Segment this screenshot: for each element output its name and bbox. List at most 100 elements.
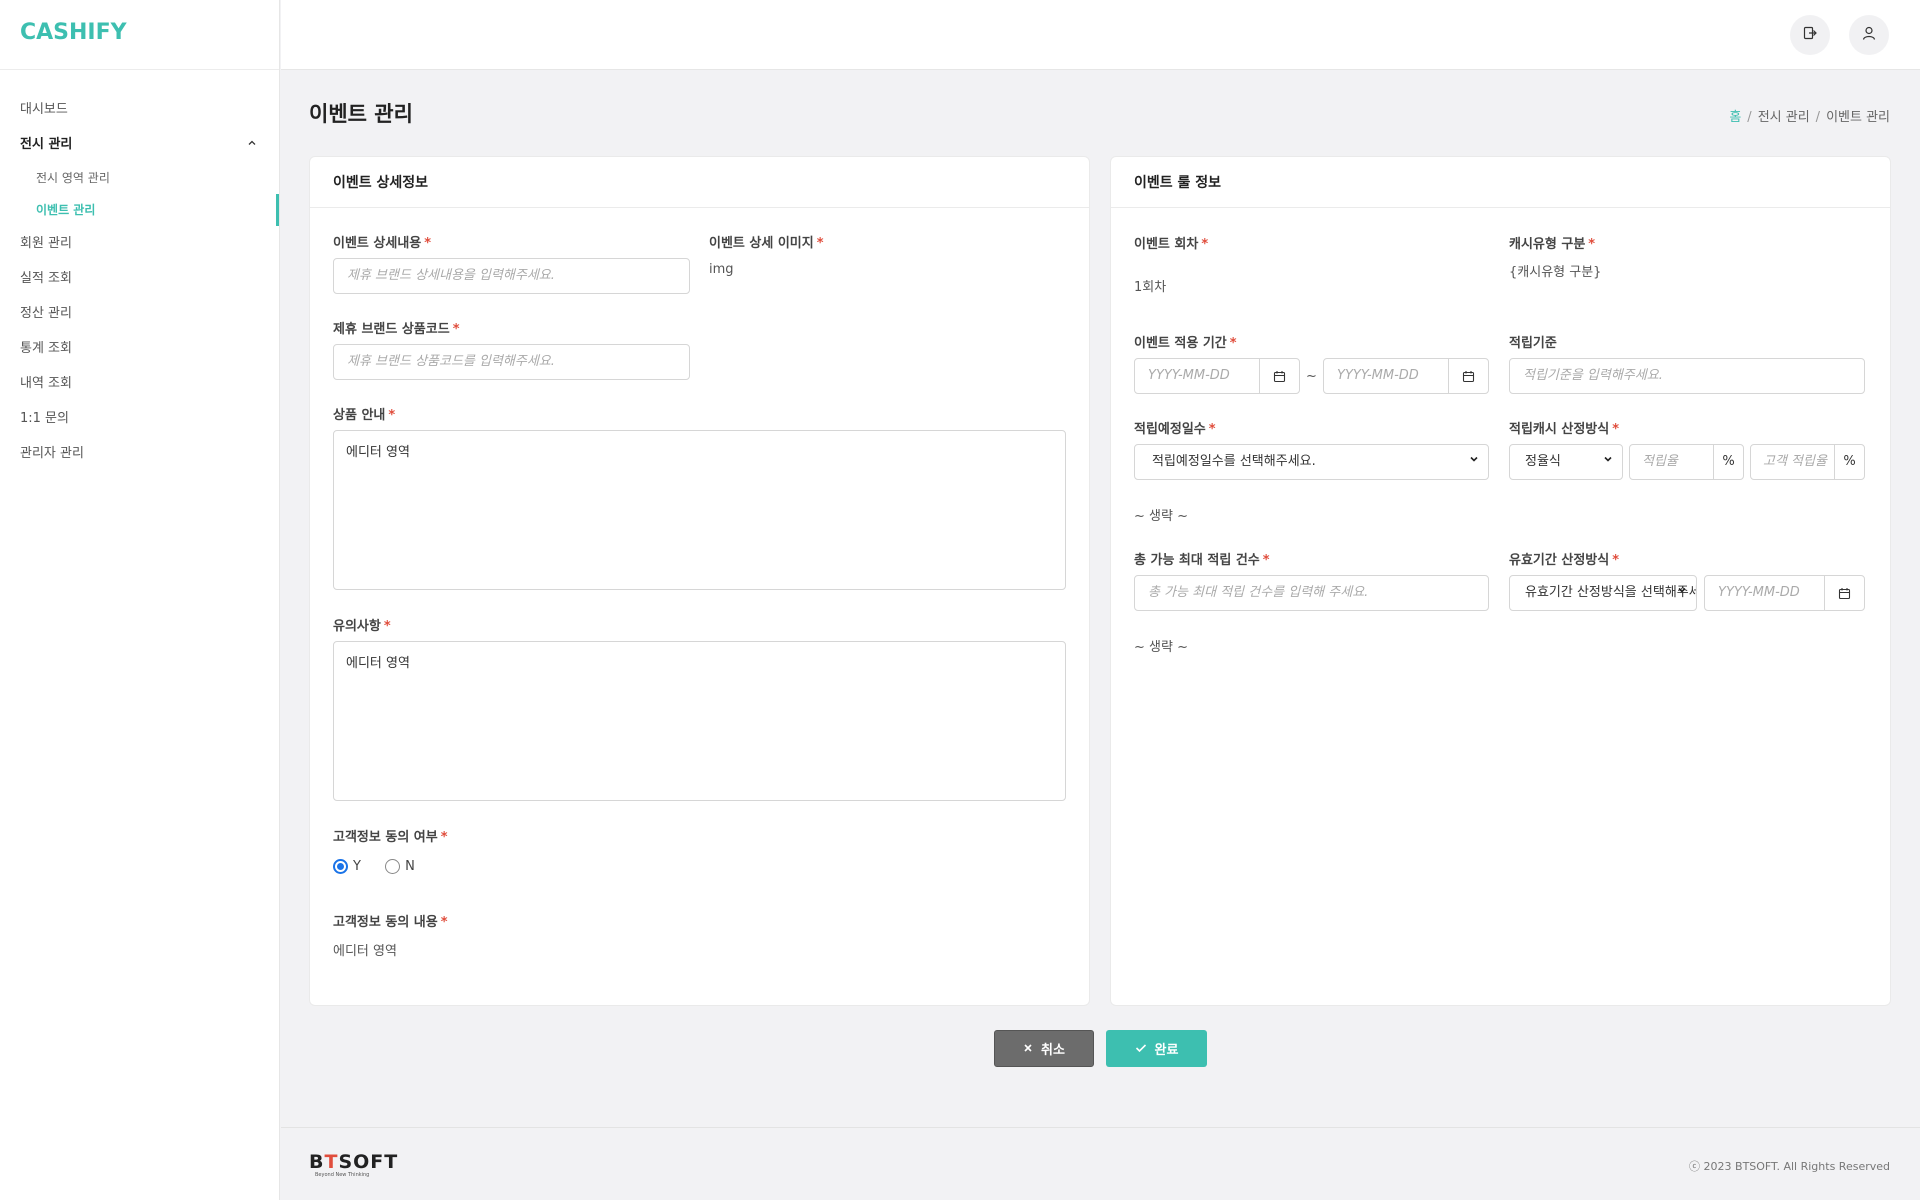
calc-field: 적립캐시 산정방식 * 정율식 적립율% 고객 적립율%: [1509, 418, 1865, 480]
range-separator: ~: [1306, 368, 1317, 384]
field-label: 이벤트 적용 기간: [1134, 336, 1227, 351]
required-mark: *: [1208, 422, 1216, 437]
period-start-date[interactable]: YYYY-MM-DD: [1134, 358, 1300, 394]
required-mark: *: [1262, 553, 1270, 568]
cash-type-field: 캐시유형 구분 * {캐시유형 구분}: [1509, 233, 1864, 280]
code-field: 제휴 브랜드 상품코드 * 제휴 브랜드 상품코드를 입력해주세요.: [333, 318, 690, 380]
field-label: 유효기간 산정방식: [1509, 553, 1610, 568]
consent-yes-radio[interactable]: Y: [333, 859, 361, 874]
sidebar-item-admin[interactable]: 관리자 관리: [0, 436, 279, 471]
valid-date-input[interactable]: YYYY-MM-DD: [1704, 575, 1865, 611]
round-field: 이벤트 회차 * 1회차: [1134, 233, 1489, 295]
sidebar-item-settlement[interactable]: 정산 관리: [0, 296, 279, 331]
app-logo[interactable]: CASHIFY: [0, 0, 279, 70]
omitted-section: ~ 생략 ~: [1134, 640, 1188, 655]
calc-method-select[interactable]: 정율식: [1509, 444, 1623, 480]
calendar-icon[interactable]: [1824, 576, 1864, 610]
notice-editor[interactable]: 에디터 영역: [333, 641, 1066, 801]
calendar-icon[interactable]: [1448, 359, 1488, 393]
round-value: 1회차: [1134, 280, 1167, 295]
consent-field: 고객정보 동의 여부 * Y N: [333, 826, 733, 878]
days-select[interactable]: 적립예정일수를 선택해주세요.: [1134, 444, 1489, 480]
required-mark: *: [816, 236, 824, 251]
consent-no-radio[interactable]: N: [385, 859, 415, 874]
chevron-down-icon: [1603, 445, 1613, 479]
period-end-date[interactable]: YYYY-MM-DD: [1323, 358, 1489, 394]
required-mark: *: [388, 408, 396, 423]
sidebar-item-members[interactable]: 회원 관리: [0, 226, 279, 261]
required-mark: *: [1201, 237, 1209, 252]
logout-button[interactable]: [1790, 15, 1830, 55]
sidebar-item-label: 전시 관리: [20, 137, 73, 152]
days-field: 적립예정일수 * 적립예정일수를 선택해주세요.: [1134, 418, 1489, 480]
required-mark: *: [1612, 422, 1620, 437]
cash-type-value: {캐시유형 구분}: [1509, 265, 1602, 280]
field-label: 이벤트 회차: [1134, 237, 1199, 252]
chevron-up-icon: [247, 127, 257, 162]
consent-content-field: 고객정보 동의 내용 * 에디터 영역: [333, 911, 733, 959]
profile-button[interactable]: [1849, 15, 1889, 55]
chevron-down-icon: [1469, 445, 1479, 479]
sidebar-subitem-event[interactable]: 이벤트 관리: [0, 194, 279, 226]
max-count-input[interactable]: 총 가능 최대 적립 건수를 입력해 주세요.: [1134, 575, 1489, 611]
field-label: 이벤트 상세 이미지: [709, 236, 814, 251]
sidebar-item-performance[interactable]: 실적 조회: [0, 261, 279, 296]
sidebar-subitem-display-area[interactable]: 전시 영역 관리: [0, 162, 279, 194]
card-title: 이벤트 상세정보: [310, 157, 1089, 208]
customer-rate-input[interactable]: 고객 적립율%: [1750, 444, 1865, 480]
breadcrumb: 홈 / 전시 관리 / 이벤트 관리: [1729, 110, 1890, 125]
field-label: 제휴 브랜드 상품코드: [333, 322, 450, 337]
field-label: 이벤트 상세내용: [333, 236, 422, 251]
desc-field: 이벤트 상세내용 * 제휴 브랜드 상세내용을 입력해주세요.: [333, 232, 690, 294]
image-value: img: [709, 262, 734, 277]
footer: BTSOFT Beyond New Thinking ⓒ 2023 BTSOFT…: [281, 1127, 1920, 1200]
valid-period-field: 유효기간 산정방식* 유효기간 산정방식을 선택해주세요. YYYY-MM-DD: [1509, 549, 1865, 611]
topbar: [281, 0, 1920, 70]
image-field: 이벤트 상세 이미지 * img: [709, 232, 1059, 277]
radio-checked-icon: [333, 859, 348, 874]
footer-logo: BTSOFT Beyond New Thinking: [309, 1151, 399, 1178]
check-icon: [1135, 1042, 1147, 1056]
sidebar-item-display[interactable]: 전시 관리: [0, 127, 279, 162]
omitted-section: ~ 생략 ~: [1134, 509, 1188, 524]
copyright: ⓒ 2023 BTSOFT. All Rights Reserved: [1689, 1160, 1890, 1173]
field-label: 적립예정일수: [1134, 422, 1206, 437]
sidebar-item-history[interactable]: 내역 조회: [0, 366, 279, 401]
criteria-field: 적립기준 적립기준을 입력해주세요.: [1509, 332, 1865, 394]
guide-field: 상품 안내 * 에디터 영역: [333, 404, 1066, 590]
cancel-button[interactable]: 취소: [994, 1030, 1094, 1067]
rate-input[interactable]: 적립율%: [1629, 444, 1744, 480]
chevron-down-icon: [1677, 576, 1687, 610]
field-label: 적립기준: [1509, 336, 1557, 351]
breadcrumb-home[interactable]: 홈: [1729, 110, 1741, 125]
guide-editor[interactable]: 에디터 영역: [333, 430, 1066, 590]
confirm-button[interactable]: 완료: [1106, 1030, 1207, 1067]
card-title: 이벤트 룰 정보: [1111, 157, 1890, 208]
period-field: 이벤트 적용 기간 * YYYY-MM-DD ~ YYYY-MM-DD: [1134, 332, 1489, 394]
breadcrumb-parent[interactable]: 전시 관리: [1758, 110, 1810, 125]
logout-icon: [1802, 25, 1818, 45]
close-icon: [1023, 1042, 1033, 1056]
calendar-icon[interactable]: [1259, 359, 1299, 393]
radio-unchecked-icon: [385, 859, 401, 874]
notice-field: 유의사항 * 에디터 영역: [333, 615, 1066, 801]
breadcrumb-current: 이벤트 관리: [1826, 110, 1890, 125]
user-icon: [1861, 25, 1877, 45]
sidebar-item-statistics[interactable]: 통계 조회: [0, 331, 279, 366]
criteria-input[interactable]: 적립기준을 입력해주세요.: [1509, 358, 1865, 394]
required-mark: *: [1588, 237, 1596, 252]
valid-method-select[interactable]: 유효기간 산정방식을 선택해주세요.: [1509, 575, 1697, 611]
event-rule-card: 이벤트 룰 정보 이벤트 회차 * 1회차 캐시유형 구분 * {캐시유형 구분} …: [1110, 156, 1891, 1006]
field-label: 유의사항: [333, 619, 381, 634]
desc-input[interactable]: 제휴 브랜드 상세내용을 입력해주세요.: [333, 258, 690, 294]
consent-content-value: 에디터 영역: [333, 944, 397, 959]
field-label: 캐시유형 구분: [1509, 237, 1586, 252]
sidebar-menu: 대시보드 전시 관리 전시 영역 관리 이벤트 관리 회원 관리 실적 조회 정…: [0, 70, 279, 471]
sidebar: CASHIFY 대시보드 전시 관리 전시 영역 관리 이벤트 관리 회원 관리…: [0, 0, 280, 1200]
required-mark: *: [440, 915, 448, 930]
field-label: 고객정보 동의 내용: [333, 915, 438, 930]
code-input[interactable]: 제휴 브랜드 상품코드를 입력해주세요.: [333, 344, 690, 380]
sidebar-item-inquiry[interactable]: 1:1 문의: [0, 401, 279, 436]
required-mark: *: [440, 830, 448, 845]
sidebar-item-dashboard[interactable]: 대시보드: [0, 92, 279, 127]
